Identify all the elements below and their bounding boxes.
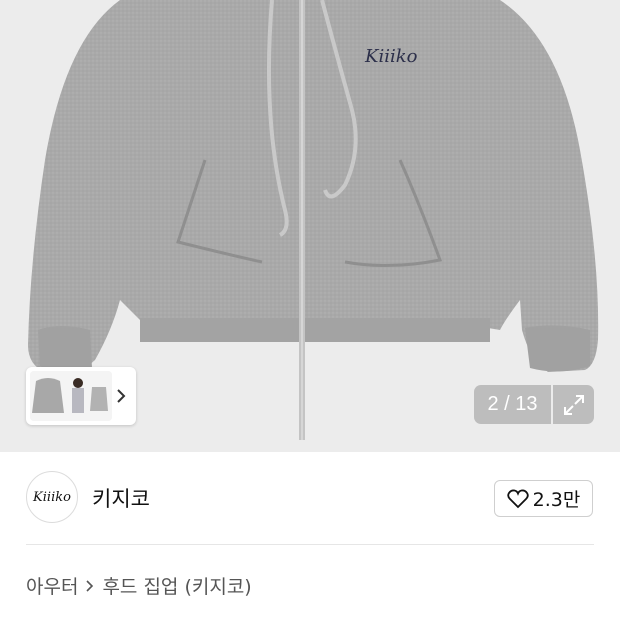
like-count: 2.3만	[532, 489, 581, 511]
expand-button[interactable]	[553, 385, 594, 424]
brand-row: Kiiiko 키지코 2.3만	[0, 452, 620, 544]
thumbnail-strip[interactable]	[26, 367, 136, 425]
breadcrumb-subcategory[interactable]: 후드 집업 (키지코)	[102, 572, 251, 599]
garment-logo-print: Kiiiko	[364, 46, 418, 67]
brand-logo[interactable]: Kiiiko	[26, 471, 78, 523]
breadcrumb: 아우터 후드 집업 (키지코)	[26, 572, 252, 599]
product-image-gallery[interactable]: Kiiiko 2 / 13	[0, 0, 620, 452]
breadcrumb-category[interactable]: 아우터	[26, 572, 78, 599]
divider	[26, 544, 594, 545]
image-counter: 2 / 13	[474, 385, 551, 424]
expand-icon	[563, 394, 584, 415]
like-button[interactable]: 2.3만	[494, 480, 593, 517]
heart-icon	[506, 489, 529, 508]
chevron-right-icon[interactable]	[114, 386, 128, 406]
thumbnail-images[interactable]	[30, 371, 112, 421]
brand-name[interactable]: 키지코	[92, 483, 150, 513]
chevron-right-icon	[86, 579, 94, 592]
brand-logo-text: Kiiiko	[33, 489, 71, 505]
